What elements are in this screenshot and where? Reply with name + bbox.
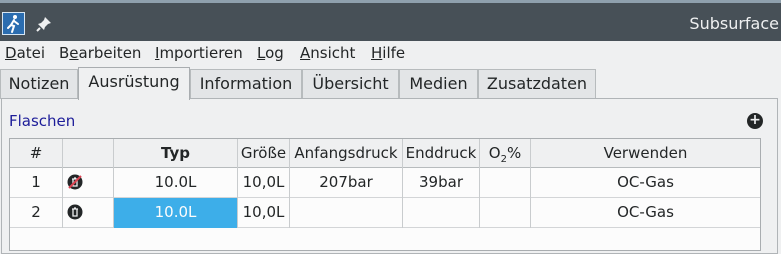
menu-ansicht[interactable]: Ansicht [300,44,355,62]
header-typ[interactable]: Typ [114,139,238,168]
cell-num: 2 [10,198,63,228]
cell-anfangsdruck[interactable] [290,198,403,228]
cell-groesse[interactable]: 10,0L [238,168,290,198]
table-row[interactable]: 2 10.0L 10,0L OC-Gas [10,198,760,228]
cell-verwenden[interactable]: OC-Gas [531,198,760,228]
trash-disabled-icon[interactable] [67,174,83,190]
cell-o2[interactable] [480,168,531,198]
menu-bearbeiten-pre: B [59,44,70,62]
menu-importieren-label: mportieren [159,44,243,62]
add-cylinder-icon[interactable]: + [747,113,763,129]
cell-o2[interactable] [480,198,531,228]
subsurface-diver-icon[interactable] [2,12,25,35]
menu-hilfe-label: ilfe [382,44,406,62]
tab-notizen[interactable]: Notizen [0,69,78,99]
menu-ansicht-mnemonic: A [300,44,311,62]
window-title: Subsurface [689,14,779,33]
tab-information[interactable]: Information [190,69,302,99]
header-enddruck[interactable]: Enddruck [403,139,480,168]
header-verwenden[interactable]: Verwenden [531,139,760,168]
cell-typ-selected[interactable]: 10.0L [114,198,238,228]
cell-remove[interactable] [63,168,114,198]
menu-hilfe[interactable]: Hilfe [371,44,405,62]
tab-uebersicht[interactable]: Übersicht [302,69,399,99]
pin-icon[interactable] [35,15,53,33]
cylinder-table: # Typ Größe Anfangsdruck Enddruck O2% Ve… [9,138,761,251]
menu-ansicht-label: nsicht [310,44,356,62]
menu-log[interactable]: Log [257,44,284,62]
cell-enddruck[interactable] [403,198,480,228]
tab-zusatzdaten[interactable]: Zusatzdaten [478,69,596,99]
menu-log-mnemonic: L [257,44,266,62]
cell-remove[interactable] [63,198,114,228]
header-num[interactable]: # [10,139,63,168]
menu-datei-mnemonic: D [5,44,17,62]
menu-bar: Datei Bearbeiten Importieren Log Ansicht… [0,41,781,67]
menu-datei[interactable]: Datei [5,44,45,62]
cell-enddruck[interactable]: 39bar [403,168,480,198]
header-o2[interactable]: O2% [480,139,531,168]
menu-bearbeiten[interactable]: Bearbeiten [59,44,141,62]
menu-bearbeiten-label: arbeiten [78,44,142,62]
menu-log-label: og [265,44,284,62]
menu-datei-label: atei [16,44,46,62]
cell-anfangsdruck[interactable]: 207bar [290,168,403,198]
tab-bar: Notizen Ausrüstung Information Übersicht… [0,67,781,100]
menu-hilfe-mnemonic: H [371,44,383,62]
menu-importieren[interactable]: Importieren [155,44,243,62]
section-title: Flaschen [9,112,76,130]
cell-num: 1 [10,168,63,198]
trash-icon[interactable] [67,204,83,220]
tab-ausruestung[interactable]: Ausrüstung [78,67,190,100]
cell-verwenden[interactable]: OC-Gas [531,168,760,198]
cell-typ[interactable]: 10.0L [114,168,238,198]
header-o2-post: % [506,144,522,162]
menu-bearbeiten-mnemonic: e [69,44,79,62]
title-bar: Subsurface [0,0,781,44]
cell-groesse[interactable]: 10,0L [238,198,290,228]
table-row[interactable]: 1 10.0L 10,0L 207bar 39bar OC-Gas [10,168,760,198]
table-header: # Typ Größe Anfangsdruck Enddruck O2% Ve… [10,139,760,168]
header-groesse[interactable]: Größe [238,139,290,168]
header-remove [63,139,114,168]
header-anfangsdruck[interactable]: Anfangsdruck [290,139,403,168]
tab-medien[interactable]: Medien [399,69,478,99]
header-o2-pre: O [488,144,501,162]
